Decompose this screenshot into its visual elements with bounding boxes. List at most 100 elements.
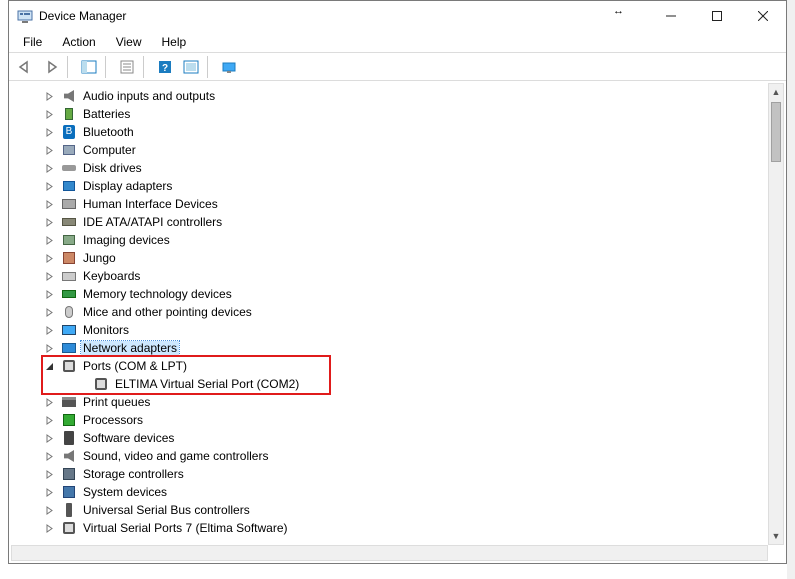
toolbar-separator [207, 56, 213, 78]
usb-icon [61, 502, 77, 518]
chevron-right-icon[interactable] [43, 468, 55, 480]
tree-item-label: Display adapters [81, 179, 174, 193]
show-hide-console-tree-button[interactable] [77, 56, 101, 78]
tree-item[interactable]: Software devices [19, 429, 768, 447]
scroll-down-arrow-icon[interactable]: ▼ [769, 528, 783, 544]
window-title: Device Manager [39, 9, 126, 23]
tree-item[interactable]: Human Interface Devices [19, 195, 768, 213]
title-bar[interactable]: Device Manager [9, 1, 786, 31]
tree-item-label: Memory technology devices [81, 287, 234, 301]
tree-item[interactable]: Sound, video and game controllers [19, 447, 768, 465]
tree-item[interactable]: Network adapters [19, 339, 768, 357]
mouse-icon [61, 304, 77, 320]
chevron-down-icon[interactable] [43, 360, 55, 372]
scroll-thumb[interactable] [771, 102, 781, 162]
chevron-right-icon[interactable] [43, 162, 55, 174]
tree-item-label: Network adapters [81, 341, 179, 355]
tree-item[interactable]: Memory technology devices [19, 285, 768, 303]
chevron-right-icon[interactable] [43, 306, 55, 318]
tree-item[interactable]: Batteries [19, 105, 768, 123]
tree-item[interactable]: BBluetooth [19, 123, 768, 141]
chevron-right-icon[interactable] [43, 216, 55, 228]
tree-item[interactable]: System devices [19, 483, 768, 501]
back-button[interactable] [13, 56, 37, 78]
toolbar-separator [143, 56, 149, 78]
chevron-right-icon[interactable] [43, 450, 55, 462]
tree-item-label: Monitors [81, 323, 131, 337]
chevron-right-icon[interactable] [43, 180, 55, 192]
chevron-right-icon[interactable] [43, 504, 55, 516]
hid-icon [61, 196, 77, 212]
device-manager-window: ↔ Device Manager File Action View [8, 0, 787, 564]
tree-item[interactable]: Disk drives [19, 159, 768, 177]
svg-text:?: ? [162, 63, 168, 74]
tree-item[interactable]: Audio inputs and outputs [19, 87, 768, 105]
menu-help[interactable]: Help [154, 33, 195, 51]
tree-item[interactable]: Imaging devices [19, 231, 768, 249]
tree-item-label: Imaging devices [81, 233, 172, 247]
tree-item-label: Software devices [81, 431, 176, 445]
disk-icon [61, 160, 77, 176]
chevron-right-icon[interactable] [43, 144, 55, 156]
chevron-right-icon[interactable] [43, 108, 55, 120]
help-button[interactable]: ? [153, 56, 177, 78]
menu-file[interactable]: File [15, 33, 50, 51]
menu-view[interactable]: View [108, 33, 150, 51]
chevron-right-icon[interactable] [43, 324, 55, 336]
menu-action[interactable]: Action [54, 33, 103, 51]
tree-item[interactable]: Print queues [19, 393, 768, 411]
tree-item[interactable]: Ports (COM & LPT) [19, 357, 768, 375]
close-button[interactable] [740, 1, 786, 31]
tree-item-label: Disk drives [81, 161, 144, 175]
tree-item[interactable]: Display adapters [19, 177, 768, 195]
chevron-right-icon[interactable] [43, 234, 55, 246]
chevron-right-icon[interactable] [43, 288, 55, 300]
cpu-icon [61, 412, 77, 428]
properties-button[interactable] [115, 56, 139, 78]
chevron-right-icon[interactable] [43, 90, 55, 102]
chevron-right-icon[interactable] [43, 252, 55, 264]
resize-horizontal-icon: ↔ [613, 5, 624, 17]
tree-item[interactable]: Monitors [19, 321, 768, 339]
tree-item[interactable]: Universal Serial Bus controllers [19, 501, 768, 519]
kb-icon [61, 268, 77, 284]
batt-icon [61, 106, 77, 122]
horizontal-scrollbar[interactable] [11, 545, 768, 561]
port-icon [61, 520, 77, 536]
content-area: Audio inputs and outputs Batteries BBlueto… [9, 81, 786, 563]
tree-item[interactable]: Virtual Serial Ports 7 (Eltima Software) [19, 519, 768, 537]
tree-item-label: Keyboards [81, 269, 142, 283]
chevron-right-icon[interactable] [43, 486, 55, 498]
toolbar-separator [67, 56, 73, 78]
chevron-right-icon[interactable] [43, 522, 55, 534]
tree-item[interactable]: Storage controllers [19, 465, 768, 483]
chevron-right-icon[interactable] [43, 342, 55, 354]
tree-item-label: Computer [81, 143, 138, 157]
tree-item[interactable]: Jungo [19, 249, 768, 267]
scan-hardware-button[interactable] [179, 56, 203, 78]
show-hidden-devices-button[interactable] [217, 56, 241, 78]
chevron-right-icon[interactable] [43, 270, 55, 282]
tree-item[interactable]: IDE ATA/ATAPI controllers [19, 213, 768, 231]
maximize-button[interactable] [694, 1, 740, 31]
background-desktop [787, 0, 795, 579]
speaker-icon [61, 448, 77, 464]
tree-child-item[interactable]: ELTIMA Virtual Serial Port (COM2) [19, 375, 768, 393]
chevron-right-icon[interactable] [43, 198, 55, 210]
tree-item[interactable]: Computer [19, 141, 768, 159]
forward-button[interactable] [39, 56, 63, 78]
minimize-button[interactable] [648, 1, 694, 31]
chevron-right-icon[interactable] [43, 126, 55, 138]
scroll-up-arrow-icon[interactable]: ▲ [769, 84, 783, 100]
tree-item[interactable]: Processors [19, 411, 768, 429]
vertical-scrollbar[interactable]: ▲ ▼ [768, 83, 784, 545]
chevron-right-icon[interactable] [43, 414, 55, 426]
tree-item[interactable]: Mice and other pointing devices [19, 303, 768, 321]
tree-item-label: Batteries [81, 107, 132, 121]
img-icon [61, 232, 77, 248]
tree-item[interactable]: Keyboards [19, 267, 768, 285]
device-tree[interactable]: Audio inputs and outputs Batteries BBlueto… [19, 87, 768, 545]
chevron-right-icon[interactable] [43, 432, 55, 444]
tree-item-label: Sound, video and game controllers [81, 449, 270, 463]
chevron-right-icon[interactable] [43, 396, 55, 408]
